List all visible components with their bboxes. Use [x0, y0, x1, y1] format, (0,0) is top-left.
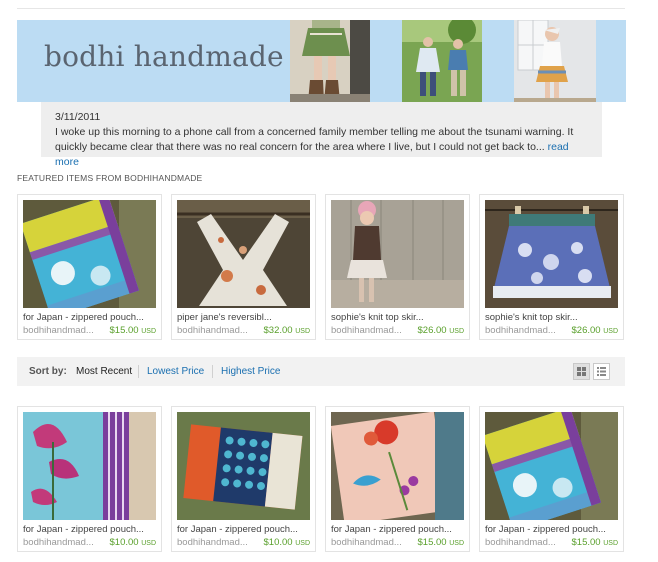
item-title[interactable]: for Japan - zippered pouch...	[331, 524, 466, 535]
item-seller[interactable]: bodhihandmad...	[23, 537, 94, 548]
item-photo-japan-pouch[interactable]	[23, 412, 156, 520]
featured-items-heading: FEATURED ITEMS FROM BODHIHANDMADE	[17, 173, 203, 183]
item-photo-girl-skirt[interactable]	[331, 200, 464, 308]
item-title[interactable]: sophie's knit top skir...	[485, 312, 620, 323]
announcement-date: 3/11/2011	[55, 111, 101, 123]
item-title[interactable]: sophie's knit top skir...	[331, 312, 466, 323]
sort-bar: Sort by: Most Recent Lowest Price Highes…	[17, 357, 625, 386]
item-seller[interactable]: bodhihandmad...	[331, 325, 402, 336]
banner-photo-skirt-boots	[290, 20, 370, 102]
item-title[interactable]: for Japan - zippered pouch...	[177, 524, 312, 535]
banner-photo-girl-window	[514, 20, 596, 102]
sort-most-recent[interactable]: Most Recent	[76, 366, 132, 377]
featured-item-card[interactable]: sophie's knit top skir... bodhihandmad..…	[325, 194, 470, 340]
grid-view-icon[interactable]	[573, 363, 590, 380]
item-seller[interactable]: bodhihandmad...	[177, 325, 248, 336]
item-seller[interactable]: bodhihandmad...	[485, 537, 556, 548]
item-photo-blue-skirt[interactable]	[485, 200, 618, 308]
item-photo-japan-pouch[interactable]	[23, 200, 156, 308]
item-seller[interactable]: bodhihandmad...	[23, 325, 94, 336]
item-photo-japan-pouch[interactable]	[177, 412, 310, 520]
item-title[interactable]: piper jane's reversibl...	[177, 312, 312, 323]
item-seller[interactable]: bodhihandmad...	[177, 537, 248, 548]
item-price: $15.00 USD	[109, 325, 156, 336]
listing-card[interactable]: for Japan - zippered pouch... bodhihandm…	[171, 406, 316, 552]
featured-item-card[interactable]: piper jane's reversibl... bodhihandmad..…	[171, 194, 316, 340]
item-photo-japan-pouch[interactable]	[331, 412, 464, 520]
item-seller[interactable]: bodhihandmad...	[331, 537, 402, 548]
top-divider	[17, 8, 625, 9]
item-price: $10.00 USD	[263, 537, 310, 548]
shop-title: bodhi handmade	[44, 40, 284, 73]
item-photo-apron[interactable]	[177, 200, 310, 308]
item-title[interactable]: for Japan - zippered pouch...	[23, 524, 158, 535]
shop-announcement: 3/11/2011 I woke up this morning to a ph…	[41, 102, 602, 168]
listing-card[interactable]: for Japan - zippered pouch... bodhihandm…	[325, 406, 470, 552]
item-title[interactable]: for Japan - zippered pouch...	[23, 312, 158, 323]
sort-label: Sort by:	[29, 366, 67, 377]
item-title[interactable]: for Japan - zippered pouch...	[485, 524, 620, 535]
announcement-text: I woke up this morning to a phone call f…	[55, 126, 574, 153]
sort-divider	[138, 365, 139, 378]
list-view-icon[interactable]	[593, 363, 610, 380]
featured-item-card[interactable]: sophie's knit top skir... bodhihandmad..…	[479, 194, 624, 340]
item-price: $32.00 USD	[263, 325, 310, 336]
item-price: $10.00 USD	[109, 537, 156, 548]
item-photo-japan-pouch[interactable]	[485, 412, 618, 520]
listing-card[interactable]: for Japan - zippered pouch... bodhihandm…	[17, 406, 162, 552]
shop-banner: bodhi handmade	[17, 20, 626, 102]
sort-divider	[212, 365, 213, 378]
item-price: $26.00 USD	[571, 325, 618, 336]
item-price: $26.00 USD	[417, 325, 464, 336]
announcement-body: I woke up this morning to a phone call f…	[55, 125, 590, 170]
item-price: $15.00 USD	[571, 537, 618, 548]
sort-highest-price[interactable]: Highest Price	[221, 366, 280, 377]
item-seller[interactable]: bodhihandmad...	[485, 325, 556, 336]
banner-photo-girls-field	[402, 20, 482, 102]
listing-card[interactable]: for Japan - zippered pouch... bodhihandm…	[479, 406, 624, 552]
featured-item-card[interactable]: for Japan - zippered pouch... bodhihandm…	[17, 194, 162, 340]
sort-lowest-price[interactable]: Lowest Price	[147, 366, 204, 377]
item-price: $15.00 USD	[417, 537, 464, 548]
